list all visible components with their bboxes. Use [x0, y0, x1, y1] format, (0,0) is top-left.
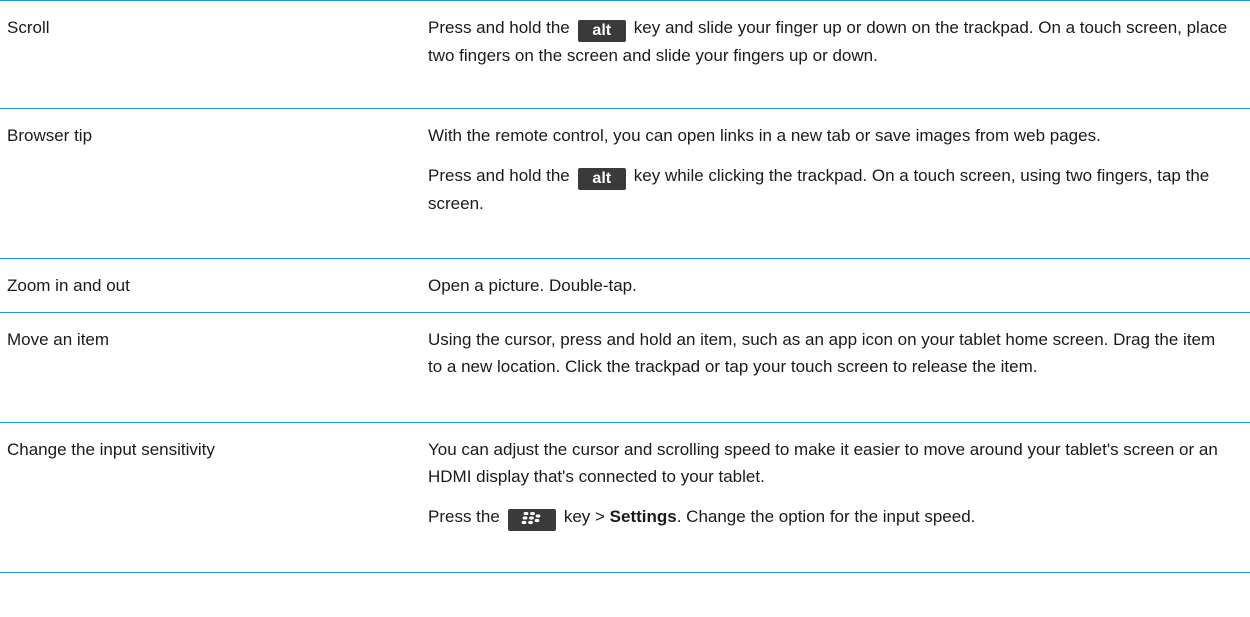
alt-key-icon: alt — [577, 168, 626, 190]
action-description: Using the cursor, press and hold an item… — [428, 313, 1250, 422]
settings-label: Settings — [609, 507, 677, 526]
description-paragraph: Press and hold the alt key and slide your … — [428, 18, 1228, 65]
action-label: Zoom in and out — [7, 276, 130, 295]
table-row-input-sensitivity: Change the input sensitivity You can adj… — [0, 423, 1250, 573]
action-description: Press and hold the alt key and slide your … — [428, 1, 1250, 108]
description-paragraph: Open a picture. Double-tap. — [428, 276, 637, 295]
table-row-scroll: Scroll Press and hold the alt key and slid… — [0, 0, 1250, 109]
action-description: You can adjust the cursor and scrolling … — [428, 423, 1250, 572]
alt-key-icon: alt — [577, 20, 626, 42]
action-label: Scroll — [7, 18, 50, 37]
action-description: Open a picture. Double-tap. — [428, 259, 1250, 312]
action-description: With the remote control, you can open li… — [428, 109, 1250, 258]
description-paragraph: Press and hold the alt key while clicking … — [428, 166, 1210, 213]
description-paragraph: Press the key > Settings. Change the opti… — [428, 503, 1230, 531]
action-label: Move an item — [7, 330, 110, 349]
table-row-move-item: Move an item Using the cursor, press and… — [0, 313, 1250, 423]
blackberry-menu-key-icon — [507, 509, 556, 531]
description-paragraph: Using the cursor, press and hold an item… — [428, 330, 1216, 376]
description-paragraph: You can adjust the cursor and scrolling … — [428, 440, 1218, 486]
description-paragraph: With the remote control, you can open li… — [428, 126, 1101, 145]
table-row-zoom: Zoom in and out Open a picture. Double-t… — [0, 259, 1250, 313]
table-row-browser-tip: Browser tip With the remote control, you… — [0, 109, 1250, 259]
action-label: Change the input sensitivity — [7, 440, 215, 459]
gesture-table: Scroll Press and hold the alt key and slid… — [0, 0, 1250, 573]
action-label: Browser tip — [7, 126, 93, 145]
